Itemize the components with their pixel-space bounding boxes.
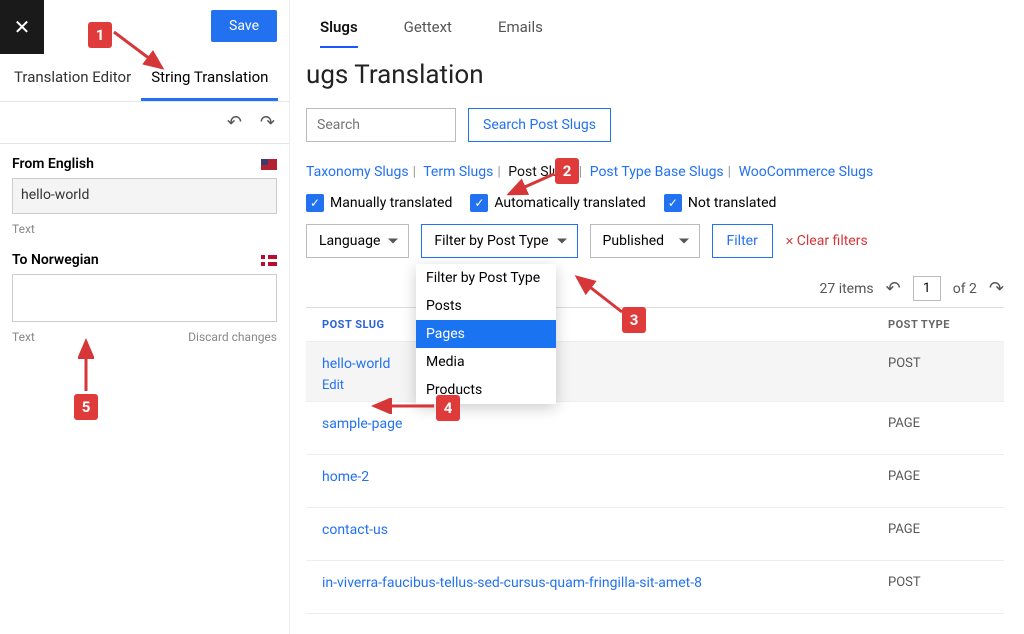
to-section: To Norwegian Text Discard changes: [0, 240, 289, 348]
page-next-icon[interactable]: ↷: [989, 278, 1004, 299]
post-type-dropdown: Filter by Post Type Posts Pages Media Pr…: [416, 264, 556, 404]
undo-icon[interactable]: ↶: [227, 112, 242, 133]
slug-link[interactable]: in-viverra-faucibus-tellus-sed-cursus-qu…: [322, 575, 702, 591]
select-language[interactable]: Language: [306, 224, 409, 258]
page-title: ugs Translation: [306, 60, 1004, 90]
search-row: Search Post Slugs: [306, 108, 1004, 142]
check-not-label: Not translated: [688, 195, 777, 211]
dd-item[interactable]: Filter by Post Type: [416, 264, 556, 292]
to-textarea[interactable]: [12, 274, 277, 322]
dd-item[interactable]: Pages: [416, 320, 556, 348]
select-post-type[interactable]: Filter by Post Type: [421, 224, 577, 258]
to-type-label: Text: [12, 330, 35, 344]
tab-slugs[interactable]: Slugs: [320, 18, 358, 48]
table-row[interactable]: in-viverra-faucibus-tellus-sed-cursus-qu…: [306, 561, 1004, 614]
tab-emails[interactable]: Emails: [498, 18, 543, 48]
table-header: POST SLUG POST TYPE: [306, 308, 1004, 342]
table-row[interactable]: hello-world Edit POST: [306, 342, 1004, 402]
from-label: From English: [12, 156, 94, 172]
to-label: To Norwegian: [12, 252, 99, 268]
slug-categories: Taxonomy Slugs| Term Slugs| Post Slugs| …: [306, 164, 1004, 180]
filter-checks: ✓Manually translated ✓Automatically tran…: [306, 194, 1004, 212]
history-controls: ↶ ↷: [0, 102, 289, 144]
sidebar: ✕ Save Translation Editor String Transla…: [0, 0, 290, 634]
arrow-icon: [572, 272, 627, 317]
arrow-icon: [78, 336, 94, 396]
main-content: Slugs Gettext Emails ugs Translation Sea…: [290, 0, 1024, 634]
th-post-type: POST TYPE: [888, 318, 988, 331]
pagination: 27 items ↶ of 2 ↷: [306, 276, 1004, 301]
post-type-cell: PAGE: [888, 469, 988, 485]
page-total: of 2: [953, 281, 977, 297]
slug-link[interactable]: sample-page: [322, 416, 402, 432]
page-number-input[interactable]: [913, 276, 941, 301]
item-count: 27 items: [819, 281, 873, 297]
select-status[interactable]: Published: [590, 224, 700, 258]
check-manually-label: Manually translated: [330, 195, 452, 211]
arrow-icon: [504, 172, 559, 202]
search-button[interactable]: Search Post Slugs: [468, 108, 611, 142]
slug-link[interactable]: contact-us: [322, 522, 388, 538]
filter-row: Language Filter by Post Type Published F…: [306, 224, 1004, 258]
callout-5: 5: [74, 394, 98, 420]
callout-2: 2: [555, 158, 579, 184]
link-post-type-base-slugs[interactable]: Post Type Base Slugs: [590, 164, 724, 180]
top-tabs: Slugs Gettext Emails: [306, 18, 1004, 48]
dd-item[interactable]: Posts: [416, 292, 556, 320]
filter-button[interactable]: Filter: [712, 224, 773, 258]
link-taxonomy-slugs[interactable]: Taxonomy Slugs: [306, 164, 409, 180]
table-row[interactable]: contact-us PAGE: [306, 508, 1004, 561]
th-post-slug[interactable]: POST SLUG: [322, 318, 888, 331]
arrow-icon: [369, 398, 439, 414]
search-input[interactable]: [306, 108, 456, 142]
from-section: From English hello-world Text: [0, 144, 289, 240]
flag-us-icon: [261, 159, 277, 170]
close-button[interactable]: ✕: [0, 0, 44, 54]
clear-filters[interactable]: Clear filters: [785, 233, 868, 249]
save-button[interactable]: Save: [211, 10, 277, 42]
redo-icon[interactable]: ↷: [260, 112, 275, 133]
slug-table: POST SLUG POST TYPE hello-world Edit POS…: [306, 307, 1004, 614]
post-type-cell: POST: [888, 575, 988, 591]
post-type-cell: POST: [888, 356, 988, 393]
check-manually[interactable]: ✓: [306, 194, 324, 212]
arrow-icon: [112, 28, 172, 78]
table-row[interactable]: home-2 PAGE: [306, 455, 1004, 508]
check-auto[interactable]: ✓: [470, 194, 488, 212]
link-woocommerce-slugs[interactable]: WooCommerce Slugs: [739, 164, 874, 180]
dd-item[interactable]: Media: [416, 348, 556, 376]
from-textarea: hello-world: [12, 178, 277, 214]
discard-changes[interactable]: Discard changes: [188, 330, 277, 344]
callout-4: 4: [436, 395, 460, 421]
post-type-cell: PAGE: [888, 522, 988, 538]
from-type-label: Text: [12, 222, 35, 236]
tab-gettext[interactable]: Gettext: [404, 18, 452, 48]
slug-link[interactable]: hello-world: [322, 356, 390, 372]
check-not[interactable]: ✓: [664, 194, 682, 212]
post-type-cell: PAGE: [888, 416, 988, 432]
page-prev-icon[interactable]: ↶: [886, 278, 901, 299]
slug-link[interactable]: home-2: [322, 469, 369, 485]
callout-1: 1: [88, 22, 112, 48]
flag-no-icon: [261, 255, 277, 266]
callout-3: 3: [622, 307, 646, 333]
link-term-slugs[interactable]: Term Slugs: [423, 164, 493, 180]
edit-link[interactable]: Edit: [322, 378, 888, 393]
